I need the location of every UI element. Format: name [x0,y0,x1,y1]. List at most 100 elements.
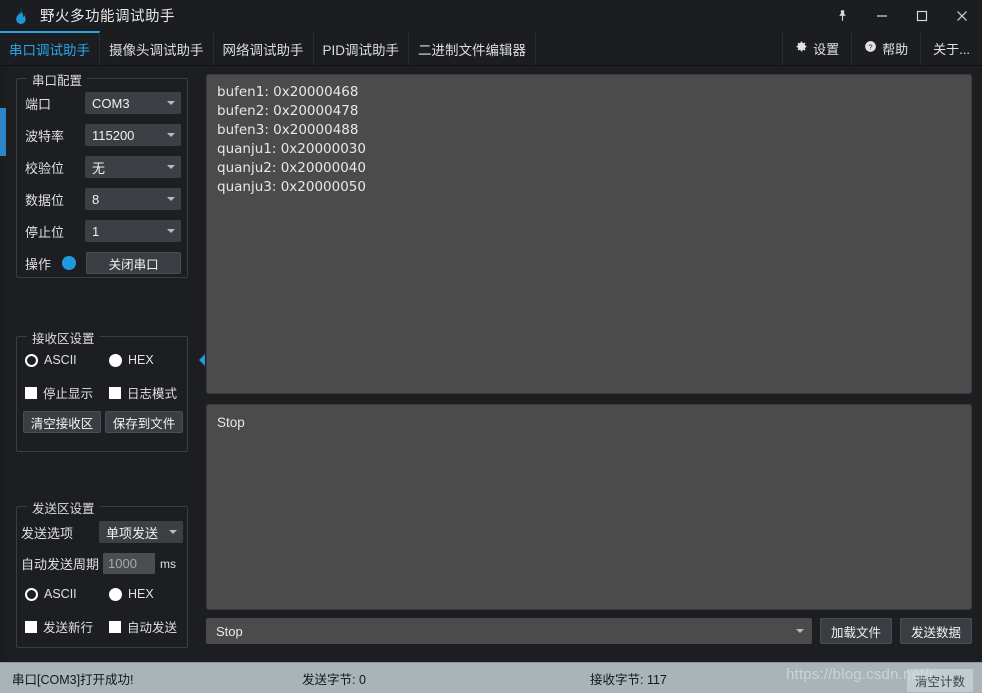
send-check-auto-send[interactable]: 自动发送 [109,617,177,636]
svg-text:?: ? [869,42,873,51]
app-title: 野火多功能调试助手 [40,5,175,26]
radio-selected-icon [25,588,38,601]
tab-pid-assistant[interactable]: PID调试助手 [314,31,410,65]
pin-icon[interactable] [822,0,862,31]
minimize-icon[interactable] [862,0,902,31]
recv-radio-hex[interactable]: HEX [109,353,154,367]
databits-select[interactable]: 8 [85,188,181,210]
port-select[interactable]: COM3 [85,92,181,114]
tab-camera-assistant[interactable]: 摄像头调试助手 [100,31,214,65]
tab-bar: 串口调试助手 摄像头调试助手 网络调试助手 PID调试助手 二进制文件编辑器 设… [0,31,982,66]
clear-counter-button[interactable]: 清空计数 [906,668,974,693]
panel-splitter[interactable] [198,66,206,662]
top-right-actions: 设置 ? 帮助 关于... [782,31,982,65]
collapse-left-panel-icon[interactable] [199,354,205,366]
send-radio-hex[interactable]: HEX [109,587,154,601]
send-textarea[interactable]: Stop [206,404,972,610]
tab-label: 串口调试助手 [9,39,90,59]
gear-icon [795,40,808,56]
recv-check-stop-display-label: 停止显示 [43,383,93,402]
receive-settings-group: 接收区设置 ASCII HEX 停止显示 日志模式 清空接收区 保存到文 [16,336,188,452]
databits-value: 8 [92,192,99,207]
chevron-down-icon [167,229,175,233]
settings-button[interactable]: 设置 [782,31,851,65]
send-check-auto-send-label: 自动发送 [127,617,177,636]
port-value: COM3 [92,96,130,111]
rx-byte-count: 接收字节: 117 [590,669,667,688]
send-radio-ascii-label: ASCII [44,587,77,601]
receive-textarea[interactable]: bufen1: 0x20000468 bufen2: 0x20000478 bu… [206,74,972,394]
checkbox-icon [109,387,121,399]
about-button[interactable]: 关于... [920,31,982,65]
send-radio-ascii[interactable]: ASCII [25,587,77,601]
recv-radio-ascii-label: ASCII [44,353,77,367]
send-data-label: 发送数据 [911,622,961,641]
settings-label: 设置 [813,39,839,58]
save-to-file-button[interactable]: 保存到文件 [105,411,183,433]
send-option-value: 单项发送 [106,523,158,542]
send-history-select[interactable]: Stop [206,618,812,644]
status-message: 串口[COM3]打开成功! [12,669,134,688]
help-circle-icon: ? [864,40,877,56]
clear-receive-button[interactable]: 清空接收区 [23,411,101,433]
field-stopbits-label: 停止位 [25,222,85,241]
checkbox-icon [109,621,121,633]
field-operation: 操作 关闭串口 [25,252,181,274]
period-unit-label: ms [160,557,176,571]
send-data-button[interactable]: 发送数据 [900,618,972,644]
tab-binary-file-editor[interactable]: 二进制文件编辑器 [409,31,536,65]
close-icon[interactable] [942,0,982,31]
tab-label: 网络调试助手 [223,39,304,59]
checkbox-icon [25,621,37,633]
field-parity-label: 校验位 [25,158,85,177]
send-settings-group: 发送区设置 发送选项 单项发送 自动发送周期 1000 ms ASCII [16,506,188,648]
field-auto-send-period: 自动发送周期 1000 ms [21,553,189,574]
send-radio-hex-label: HEX [128,587,154,601]
radio-unselected-icon [109,354,122,367]
receive-line: quanju3: 0x20000050 [217,178,961,197]
field-baudrate: 波特率 115200 [25,124,181,146]
checkbox-icon [25,387,37,399]
receive-line: quanju2: 0x20000040 [217,159,961,178]
save-to-file-label: 保存到文件 [113,413,176,432]
clear-counter-label: 清空计数 [915,675,965,689]
recv-radio-hex-label: HEX [128,353,154,367]
chevron-down-icon [169,530,177,534]
receive-line: quanju1: 0x20000030 [217,140,961,159]
stopbits-select[interactable]: 1 [85,220,181,242]
auto-send-period-input[interactable]: 1000 [103,553,155,574]
baudrate-value: 115200 [92,128,134,143]
serial-config-group: 串口配置 端口 COM3 波特率 115200 校验位 无 [16,78,188,278]
baudrate-select[interactable]: 115200 [85,124,181,146]
flame-icon [10,6,30,26]
tab-label: 摄像头调试助手 [109,39,204,59]
send-option-select[interactable]: 单项发送 [99,521,183,543]
tab-label: 二进制文件编辑器 [418,39,526,59]
send-check-newline[interactable]: 发送新行 [25,617,93,636]
field-baudrate-label: 波特率 [25,126,85,145]
help-button[interactable]: ? 帮助 [851,31,920,65]
close-serial-button[interactable]: 关闭串口 [86,252,181,274]
maximize-icon[interactable] [902,0,942,31]
clear-receive-label: 清空接收区 [31,413,94,432]
tab-serial-assistant[interactable]: 串口调试助手 [0,31,100,65]
auto-send-period-value: 1000 [108,556,137,571]
recv-check-stop-display[interactable]: 停止显示 [25,383,93,402]
chevron-down-icon [167,133,175,137]
recv-check-log-mode-label: 日志模式 [127,383,177,402]
title-bar: 野火多功能调试助手 [0,0,982,31]
recv-check-log-mode[interactable]: 日志模式 [109,383,177,402]
tab-network-assistant[interactable]: 网络调试助手 [214,31,314,65]
receive-line: bufen2: 0x20000478 [217,102,961,121]
field-port: 端口 COM3 [25,92,181,114]
parity-select[interactable]: 无 [85,156,181,178]
field-databits-label: 数据位 [25,190,85,209]
recv-radio-ascii[interactable]: ASCII [25,353,77,367]
receive-line: bufen1: 0x20000468 [217,83,961,102]
send-textarea-content: Stop [217,413,961,432]
auto-send-period-label: 自动发送周期 [21,554,99,573]
chevron-down-icon [167,165,175,169]
serial-config-title: 串口配置 [27,70,87,89]
field-parity: 校验位 无 [25,156,181,178]
load-file-button[interactable]: 加载文件 [820,618,892,644]
